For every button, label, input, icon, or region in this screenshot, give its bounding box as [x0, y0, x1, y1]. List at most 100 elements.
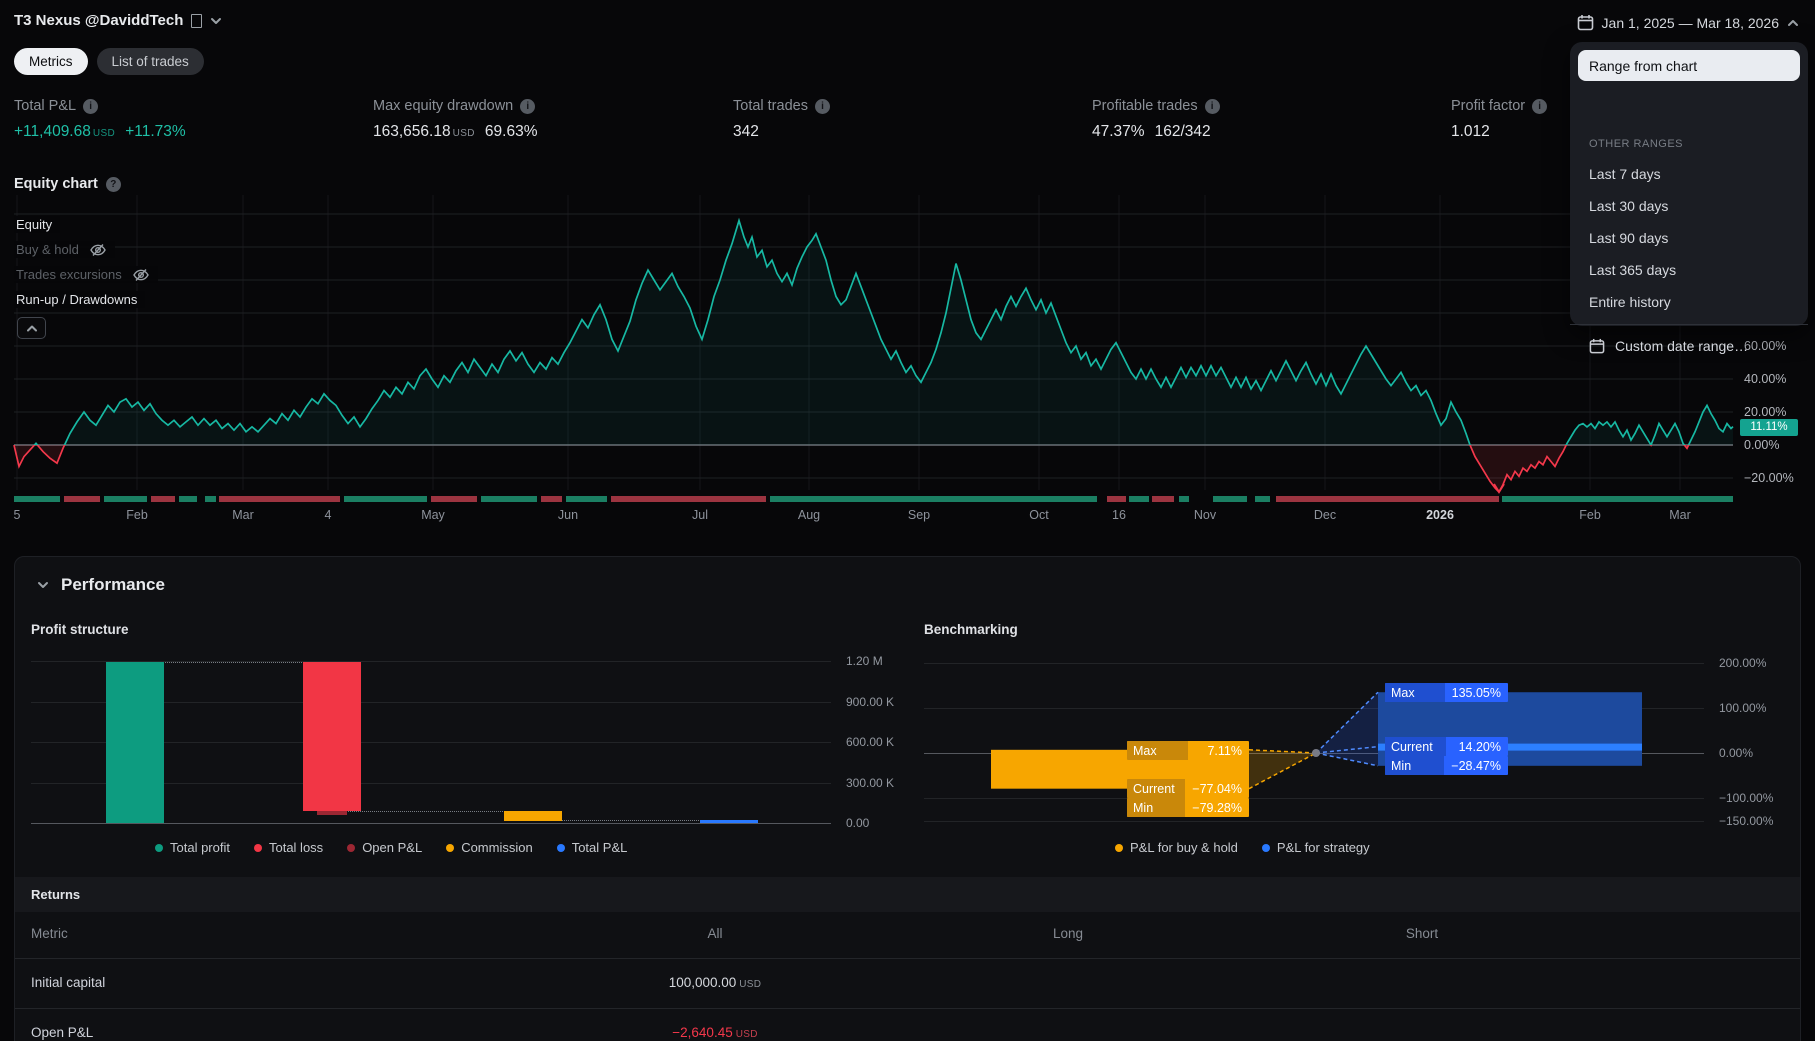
stat-label: Profit factor — [1451, 98, 1526, 114]
menu-item-last-365-days[interactable]: Last 365 days — [1578, 256, 1800, 284]
y-axis-label: −20.00% — [1744, 471, 1794, 485]
benchmarking-chart[interactable]: 200.00% 100.00% 0.00% −100.00% −150.00% Max 7.… — [924, 641, 1801, 837]
x-axis-label: Jul — [692, 508, 708, 522]
legend-trades-excursions[interactable]: Trades excursions — [14, 266, 158, 283]
y-axis-label: 40.00% — [1744, 372, 1787, 386]
x-axis-label: Aug — [797, 508, 821, 522]
info-icon[interactable]: i — [814, 98, 830, 114]
legend-dot — [155, 843, 163, 852]
calendar-icon — [1589, 338, 1605, 354]
profit-structure-title: Profit structure — [31, 622, 129, 637]
strategy-title: T3 Nexus @DaviddTech — [14, 12, 184, 29]
value-box-p-l-for-buy-hold-min: Min −79.28% — [1127, 798, 1249, 817]
value-box-p-l-for-buy-hold-max: Max 7.11% — [1127, 741, 1249, 760]
y-axis-label: 1.20 M — [846, 654, 883, 668]
value-box-p-l-for-buy-hold-current: Current −77.04% — [1127, 779, 1249, 798]
menu-item-entire-history[interactable]: Entire history — [1578, 288, 1800, 316]
benchmarking-legend: P&L for buy & hold P&L for strategy — [1115, 840, 1370, 855]
menu-item-last-7-days[interactable]: Last 7 days — [1578, 160, 1800, 188]
legend-item[interactable]: Total P&L — [556, 840, 627, 855]
legend-dot — [556, 843, 565, 852]
collapse-legend-button[interactable] — [17, 317, 46, 339]
value-box-p-l-for-strategy-current: Current 14.20% — [1385, 737, 1508, 756]
legend-item[interactable]: P&L for buy & hold — [1115, 840, 1238, 855]
metric-label: Initial capital — [31, 975, 106, 990]
legend-item[interactable]: Open P&L — [347, 840, 422, 855]
legend-equity[interactable]: Equity — [14, 216, 61, 233]
legend-item[interactable]: Total profit — [155, 840, 230, 855]
tab-list-of-trades[interactable]: List of trades — [96, 48, 204, 75]
menu-item-custom-date-range[interactable]: Custom date range… — [1578, 332, 1800, 360]
bar-total-loss[interactable] — [303, 662, 361, 812]
eye-off-icon[interactable] — [89, 243, 107, 257]
metric-label: Open P&L — [31, 1025, 94, 1040]
legend-runup-drawdowns[interactable]: Run-up / Drawdowns — [14, 291, 146, 308]
x-axis-label: 16 — [1112, 508, 1126, 522]
date-range-value: Jan 1, 2025 — Mar 18, 2026 — [1601, 14, 1779, 31]
stat-label: Max equity drawdown — [373, 98, 514, 114]
strategy-title-row[interactable]: T3 Nexus @DaviddTech — [14, 12, 222, 29]
stat-value: 1.012 — [1451, 123, 1490, 140]
benchmarking-title: Benchmarking — [924, 622, 1018, 637]
info-icon[interactable]: i — [520, 98, 536, 114]
menu-item-range-from-chart[interactable]: Range from chart — [1578, 50, 1800, 81]
stat-unit: USD — [452, 128, 475, 139]
legend-item[interactable]: P&L for strategy — [1261, 840, 1370, 855]
x-axis-label: Nov — [1193, 508, 1217, 522]
stat-profitable-trades: Profitable trades i 47.37% 162/342 — [1092, 98, 1220, 141]
stat-max-drawdown: Max equity drawdown i 163,656.18 USD 69.63% — [373, 98, 537, 141]
performance-title: Performance — [61, 575, 165, 594]
profit-structure-chart[interactable]: 1.20 M 900.00 K 600.00 K 300.00 K 0.00 — [31, 649, 895, 830]
stat-total-trades: Total trades i 342 — [733, 98, 830, 141]
chevron-up-icon — [26, 325, 37, 331]
legend-buy-and-hold[interactable]: Buy & hold — [14, 241, 115, 258]
returns-header-row: Metric All Long Short — [31, 926, 1439, 941]
menu-item-last-90-days[interactable]: Last 90 days — [1578, 224, 1800, 252]
stat-label: Total trades — [733, 98, 808, 114]
stat-total-pnl: Total P&L i +11,409.68 USD +11.73% — [14, 98, 186, 141]
legend-item[interactable]: Total loss — [253, 840, 323, 855]
x-axis-label: Feb — [1579, 508, 1601, 522]
chevron-down-icon — [38, 582, 48, 588]
info-icon[interactable]: i — [1532, 98, 1548, 114]
column-header: Long — [1052, 926, 1084, 941]
tab-metrics[interactable]: Metrics — [14, 48, 88, 75]
x-axis-label: Sep — [907, 508, 931, 522]
bar-total-p-l[interactable] — [700, 819, 758, 823]
stat-extra: 69.63% — [484, 123, 538, 140]
value-box-p-l-for-strategy-min: Min −28.47% — [1385, 756, 1508, 775]
column-header: Short — [1405, 926, 1439, 941]
info-icon[interactable]: i — [1204, 98, 1220, 114]
y-axis-label: 20.00% — [1744, 405, 1787, 419]
date-range-control[interactable]: Jan 1, 2025 — Mar 18, 2026 — [1571, 10, 1805, 35]
last-value-badge: 11.11% — [1740, 418, 1798, 436]
equity-chart-canvas[interactable] — [0, 185, 1815, 530]
legend-dot — [347, 843, 356, 852]
stat-label: Profitable trades — [1092, 98, 1198, 114]
profit-structure-legend: Total profit Total loss Open P&L Commission… — [155, 840, 627, 855]
eye-off-icon[interactable] — [132, 268, 150, 282]
y-axis-label: 900.00 K — [846, 694, 895, 709]
y-axis-label: 0.00% — [1744, 438, 1780, 452]
performance-header[interactable]: Performance — [37, 575, 165, 595]
bar-total-profit[interactable] — [106, 662, 164, 823]
x-axis-label: Mar — [1669, 508, 1691, 522]
metric-value-all: 100,000.00 USD — [668, 975, 762, 990]
chevron-up-icon — [1788, 19, 1798, 26]
x-axis-label: Dec — [1313, 508, 1337, 522]
stat-extra: +11.73% — [125, 123, 186, 140]
stat-value: 342 — [733, 123, 759, 140]
menu-group-label: OTHER RANGES — [1589, 138, 1684, 150]
menu-item-last-30-days[interactable]: Last 30 days — [1578, 192, 1800, 220]
bar-commission[interactable] — [504, 811, 562, 822]
x-axis-label: Mar — [232, 508, 254, 522]
stat-value: +11,409.68 — [14, 123, 91, 140]
legend-dot — [253, 843, 262, 852]
bar-open-p-l[interactable] — [317, 811, 347, 815]
legend-item[interactable]: Commission — [446, 840, 533, 855]
view-tabs: Metrics List of trades — [14, 48, 204, 75]
info-icon[interactable]: i — [83, 98, 99, 114]
chevron-down-icon — [211, 17, 222, 24]
date-range-menu: Range from chart OTHER RANGES Last 7 day… — [1570, 42, 1808, 354]
x-axis-label: May — [421, 508, 445, 522]
